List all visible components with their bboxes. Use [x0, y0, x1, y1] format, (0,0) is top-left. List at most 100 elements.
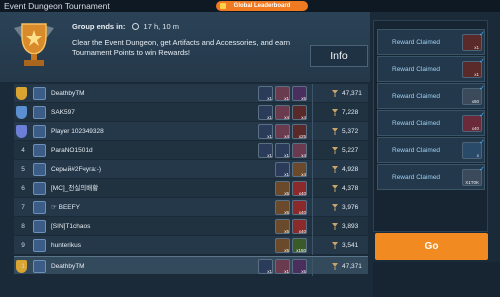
column-divider [312, 198, 313, 217]
avatar[interactable] [33, 182, 46, 195]
reward-tier[interactable]: Reward Claimed x50 ✓ [377, 83, 485, 109]
bottom-strip [373, 262, 500, 297]
column-divider [312, 257, 313, 276]
artifact-quantity: x5 [301, 269, 306, 274]
go-button[interactable]: Go [375, 233, 488, 260]
column-divider [312, 122, 313, 141]
artifact-quantity: x25 [298, 134, 306, 139]
window-title: Event Dungeon Tournament [4, 1, 110, 11]
avatar[interactable] [33, 220, 46, 233]
reward-status: Reward Claimed [392, 174, 441, 181]
artifact-icon[interactable]: x1 [258, 105, 273, 120]
reward-status: Reward Claimed [392, 39, 441, 46]
tournament-points: 7,228 [342, 109, 359, 116]
tournament-points-icon [332, 223, 338, 230]
table-row[interactable]: SAK597 x1 x4 x4 7,228 [14, 103, 368, 122]
artifact-icon[interactable]: x5 [275, 219, 290, 234]
artifact-icon[interactable]: x40 [292, 200, 307, 215]
avatar[interactable] [33, 87, 46, 100]
artifact-icon[interactable]: x4 [275, 105, 290, 120]
player-name: Серый#2Fчуга:-) [51, 166, 102, 173]
artifact-icon[interactable]: x1 [275, 86, 290, 101]
artifact-quantity: x1 [267, 96, 272, 101]
table-row[interactable]: 5 Серый#2Fчуга:-) x1 x4 4,928 [14, 160, 368, 179]
artifact-icon[interactable]: x5 [275, 200, 290, 215]
clock-icon [132, 23, 140, 30]
avatar[interactable] [33, 125, 46, 138]
artifact-icon[interactable]: x1 [258, 259, 273, 274]
tournament-points: 4,928 [342, 166, 359, 173]
tournament-points-icon [332, 242, 338, 249]
trophy-icon [14, 23, 54, 66]
tournament-points: 5,372 [342, 128, 359, 135]
check-icon: ✓ [479, 112, 485, 119]
artifact-icon[interactable]: x4 [292, 143, 307, 158]
column-divider [312, 160, 313, 179]
artifact-icon[interactable]: x5 [275, 238, 290, 253]
artifact-quantity: x1 [267, 269, 272, 274]
check-icon: ✓ [479, 139, 485, 146]
artifact-icon[interactable]: x4 [292, 162, 307, 177]
artifact-quantity: x5 [301, 96, 306, 101]
artifact-quantity: x5 [284, 229, 289, 234]
avatar[interactable] [33, 260, 46, 273]
artifact-icon[interactable]: x5 [275, 181, 290, 196]
avatar[interactable] [33, 201, 46, 214]
artifact-quantity: x1 [267, 153, 272, 158]
artifact-icon[interactable]: x5 [292, 259, 307, 274]
group-timer: Group ends in: 17 h, 10 m [72, 22, 179, 31]
rank-number: 7 [21, 204, 25, 211]
reward-quantity: x1 [474, 72, 479, 77]
artifact-icon[interactable]: x1 [275, 259, 290, 274]
reward-tier[interactable]: Reward Claimed x1 ✓ [377, 29, 485, 55]
reward-status: Reward Claimed [392, 66, 441, 73]
artifact-icon[interactable]: x1 [275, 162, 290, 177]
table-row[interactable]: 4 ParaNO1501d x1 x1 x4 5,227 [14, 141, 368, 160]
artifact-quantity: x1 [267, 115, 272, 120]
player-name: hunterikus [51, 242, 81, 249]
avatar[interactable] [33, 163, 46, 176]
avatar[interactable] [33, 144, 46, 157]
rewards-panel[interactable]: Reward Claimed x1 ✓ Reward Claimed x1 ✓ Reward… [373, 20, 488, 232]
info-button[interactable]: Info [310, 45, 368, 67]
table-row[interactable]: DeathbyTM x1 x1 x5 47,371 [14, 84, 368, 103]
rank-number: 8 [21, 223, 25, 230]
artifact-icon[interactable]: x1 [275, 143, 290, 158]
artifact-icon[interactable]: x5 [292, 86, 307, 101]
artifact-icon[interactable]: x1 [258, 124, 273, 139]
artifact-icon[interactable]: x4 [292, 105, 307, 120]
reward-tier[interactable]: Reward Claimed x ✓ [377, 137, 485, 163]
leaderboard-list[interactable]: DeathbyTM x1 x1 x5 47,371 SAK597 x1 x4 x4 7,228 Pl… [14, 84, 368, 297]
reward-tier[interactable]: Reward Claimed X1T0K ✓ [377, 164, 485, 190]
artifact-icon[interactable]: x1 [258, 143, 273, 158]
global-leaderboard-button[interactable]: Global Leaderboard [216, 1, 308, 11]
table-row[interactable]: 6 [MC]_천실의배황 x5 x40 4,378 [14, 179, 368, 198]
artifact-icon[interactable]: x25 [292, 124, 307, 139]
table-row[interactable]: Player 102349328 x1 x4 x25 5,372 [14, 122, 368, 141]
tournament-points: 3,541 [342, 242, 359, 249]
player-name: DeathbyTM [51, 263, 85, 270]
artifact-quantity: x5 [284, 210, 289, 215]
rank-number: 1 [21, 263, 25, 270]
artifact-quantity: x40 [298, 229, 306, 234]
avatar[interactable] [33, 106, 46, 119]
table-row[interactable]: 7 ☞ BEEFY x5 x40 3,976 [14, 198, 368, 217]
artifact-icon[interactable]: x4 [275, 124, 290, 139]
reward-tier[interactable]: Reward Claimed x40 ✓ [377, 110, 485, 136]
avatar[interactable] [33, 239, 46, 252]
table-row[interactable]: 8 [SIN]T1chaos x5 x40 3,893 [14, 217, 368, 236]
rank-number: 4 [21, 147, 25, 154]
artifact-icon[interactable]: x40 [292, 219, 307, 234]
my-rank-row[interactable]: 1 DeathbyTM x1 x1 x5 47,371 [14, 256, 368, 276]
artifact-quantity: x150 [296, 248, 306, 253]
artifact-quantity: x5 [284, 248, 289, 253]
table-row[interactable]: 9 hunterikus x5 x150 3,541 [14, 236, 368, 255]
artifact-icon[interactable]: x40 [292, 181, 307, 196]
tournament-points: 47,371 [342, 90, 362, 97]
player-name: ParaNO1501d [51, 147, 93, 154]
artifact-icon[interactable]: x1 [258, 86, 273, 101]
check-icon: ✓ [479, 166, 485, 173]
tournament-points-icon [332, 109, 338, 116]
artifact-icon[interactable]: x150 [292, 238, 307, 253]
reward-tier[interactable]: Reward Claimed x1 ✓ [377, 56, 485, 82]
